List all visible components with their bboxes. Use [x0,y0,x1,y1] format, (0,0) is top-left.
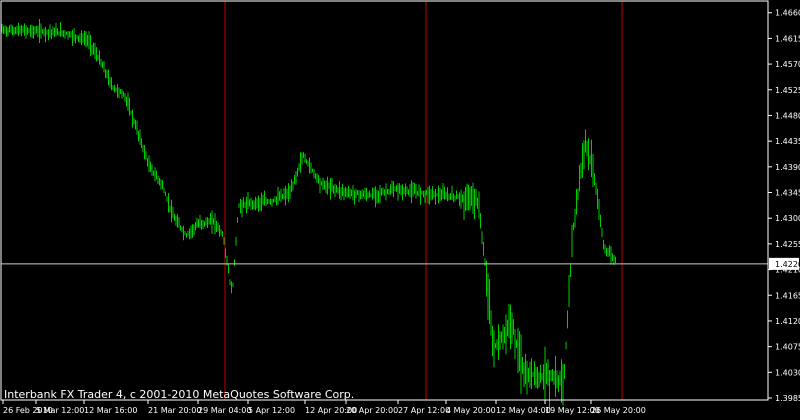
y-tick-label: 1.4570 [775,60,800,69]
y-tick-label: 1.4525 [775,86,800,95]
y-tick-label: 1.4030 [775,368,800,377]
x-tick-label: 21 Mar 20:00 [148,406,201,415]
x-tick-label: 4 May 20:00 [446,406,496,415]
y-tick-label: 1.4390 [775,163,800,172]
y-tick-label: 1.4480 [775,111,800,120]
y-tick-label: 1.4300 [775,214,800,223]
x-tick-label: 5 Apr 12:00 [248,406,295,415]
chart-svg[interactable]: 1.4660 1.4615 1.4570 1.4525 1.4480 1.4435 1.43… [0,0,800,416]
chart-background [0,0,800,416]
y-tick-label: 1.4660 [775,9,800,18]
x-tick-label: 26 May 20:00 [591,406,646,415]
y-tick-label: 1.4120 [775,317,800,326]
y-tick-label: 1.4165 [775,291,800,300]
y-tick-label: 1.4075 [775,343,800,352]
x-tick-label: 12 May 04:00 [496,406,551,415]
copyright-label: Interbank FX Trader 4, c 2001-2010 MetaQ… [4,388,354,401]
x-tick-label: 20 Apr 20:00 [346,406,398,415]
current-price-label: 1.4220 [775,260,800,269]
y-tick-label: 1.4255 [775,240,800,249]
x-tick-label: 29 Mar 04:00 [198,406,251,415]
y-tick-label: 1.3985 [775,394,800,403]
y-tick-label: 1.4345 [775,189,800,198]
price-chart[interactable]: 1.4660 1.4615 1.4570 1.4525 1.4480 1.4435 1.43… [0,0,800,416]
y-tick-label: 1.4435 [775,137,800,146]
y-tick-label: 1.4615 [775,34,800,43]
x-tick-label: 27 Apr 12:00 [398,406,450,415]
x-tick-label: 5 Mar 12:00 [36,406,84,415]
x-tick-label: 12 Mar 16:00 [84,406,137,415]
